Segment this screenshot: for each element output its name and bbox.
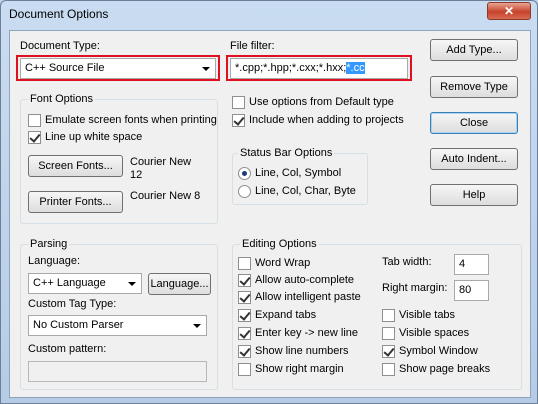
remove-type-button[interactable]: Remove Type bbox=[430, 76, 518, 98]
word-wrap-label: Word Wrap bbox=[255, 257, 311, 269]
status-line-col-symbol-label: Line, Col, Symbol bbox=[255, 167, 342, 179]
allow-intelligent-paste-checkbox[interactable] bbox=[238, 291, 251, 304]
language-label: Language: bbox=[28, 255, 80, 267]
expand-tabs-checkbox[interactable] bbox=[238, 309, 251, 322]
visible-tabs-checkbox[interactable] bbox=[382, 309, 395, 322]
chevron-down-icon bbox=[128, 282, 136, 286]
dialog-window: Document Options ✕ Document Type: C++ So… bbox=[0, 0, 538, 404]
status-bar-options-title: Status Bar Options bbox=[238, 147, 335, 159]
printer-font-label: Courier New 8 bbox=[130, 190, 201, 202]
dialog-client-area: Document Type: C++ Source File File filt… bbox=[9, 30, 531, 398]
screen-font-size: 12 bbox=[130, 169, 143, 181]
printer-fonts-button[interactable]: Printer Fonts... bbox=[28, 191, 123, 213]
file-filter-label: File filter: bbox=[230, 40, 275, 52]
tab-width-input[interactable]: 4 bbox=[454, 254, 489, 275]
language-select[interactable]: C++ Language bbox=[28, 273, 142, 294]
allow-auto-complete-checkbox[interactable] bbox=[238, 274, 251, 287]
font-options-title: Font Options bbox=[28, 93, 95, 105]
show-right-margin-label: Show right margin bbox=[255, 363, 344, 375]
show-page-breaks-label: Show page breaks bbox=[399, 363, 491, 375]
line-up-white-space-label: Line up white space bbox=[45, 131, 143, 143]
custom-tag-type-select[interactable]: No Custom Parser bbox=[28, 315, 207, 336]
tab-width-label: Tab width: bbox=[382, 256, 432, 268]
custom-pattern-input[interactable] bbox=[28, 361, 207, 382]
add-type-button[interactable]: Add Type... bbox=[430, 39, 518, 61]
visible-tabs-label: Visible tabs bbox=[399, 309, 456, 321]
emulate-screen-fonts-label: Emulate screen fonts when printing bbox=[45, 114, 217, 126]
emulate-screen-fonts-checkbox[interactable] bbox=[28, 114, 41, 127]
close-icon: ✕ bbox=[503, 4, 515, 18]
chevron-down-icon bbox=[202, 67, 210, 71]
status-line-col-char-byte-radio[interactable] bbox=[238, 185, 251, 198]
right-margin-label: Right margin: bbox=[382, 282, 448, 294]
window-close-button[interactable]: ✕ bbox=[487, 2, 531, 20]
show-line-numbers-label: Show line numbers bbox=[255, 345, 349, 357]
document-type-label: Document Type: bbox=[20, 40, 100, 52]
expand-tabs-label: Expand tabs bbox=[255, 309, 317, 321]
status-line-col-symbol-radio[interactable] bbox=[238, 167, 251, 180]
language-button[interactable]: Language... bbox=[148, 273, 211, 295]
enter-key-new-line-label: Enter key -> new line bbox=[255, 327, 359, 339]
status-line-col-char-byte-label: Line, Col, Char, Byte bbox=[255, 185, 356, 197]
custom-pattern-label: Custom pattern: bbox=[28, 343, 107, 355]
visible-spaces-label: Visible spaces bbox=[399, 327, 470, 339]
show-right-margin-checkbox[interactable] bbox=[238, 363, 251, 376]
custom-tag-type-label: Custom Tag Type: bbox=[28, 298, 117, 310]
custom-tag-type-value: No Custom Parser bbox=[33, 319, 124, 331]
allow-intelligent-paste-label: Allow intelligent paste bbox=[255, 291, 361, 303]
symbol-window-label: Symbol Window bbox=[399, 345, 478, 357]
window-title: Document Options bbox=[9, 7, 109, 21]
include-projects-checkbox[interactable] bbox=[232, 114, 245, 127]
show-line-numbers-checkbox[interactable] bbox=[238, 345, 251, 358]
document-type-select[interactable]: C++ Source File bbox=[20, 58, 216, 79]
language-value: C++ Language bbox=[33, 277, 106, 289]
file-filter-text: *.cpp;*.hpp;*.cxx;*.hxx; bbox=[235, 62, 347, 74]
help-button[interactable]: Help bbox=[430, 184, 518, 206]
file-filter-selected-text: *.cc bbox=[346, 62, 365, 74]
close-button[interactable]: Close bbox=[430, 112, 518, 134]
show-page-breaks-checkbox[interactable] bbox=[382, 363, 395, 376]
parsing-title: Parsing bbox=[28, 238, 70, 250]
word-wrap-checkbox[interactable] bbox=[238, 257, 251, 270]
use-default-options-label: Use options from Default type bbox=[249, 96, 394, 108]
chevron-down-icon bbox=[193, 324, 201, 328]
auto-indent-button[interactable]: Auto Indent... bbox=[430, 148, 518, 170]
document-type-value: C++ Source File bbox=[25, 62, 105, 74]
enter-key-new-line-checkbox[interactable] bbox=[238, 327, 251, 340]
allow-auto-complete-label: Allow auto-complete bbox=[255, 274, 355, 286]
include-projects-label: Include when adding to projects bbox=[249, 114, 404, 126]
screen-fonts-button[interactable]: Screen Fonts... bbox=[28, 155, 123, 177]
status-bar-options-group bbox=[232, 153, 368, 205]
visible-spaces-checkbox[interactable] bbox=[382, 327, 395, 340]
editing-options-title: Editing Options bbox=[240, 238, 319, 250]
screen-font-name: Courier New bbox=[130, 156, 192, 168]
use-default-options-checkbox[interactable] bbox=[232, 96, 245, 109]
line-up-white-space-checkbox[interactable] bbox=[28, 131, 41, 144]
right-margin-input[interactable]: 80 bbox=[454, 280, 489, 301]
symbol-window-checkbox[interactable] bbox=[382, 345, 395, 358]
file-filter-input[interactable]: *.cpp;*.hpp;*.cxx;*.hxx;*.cc bbox=[230, 58, 408, 79]
